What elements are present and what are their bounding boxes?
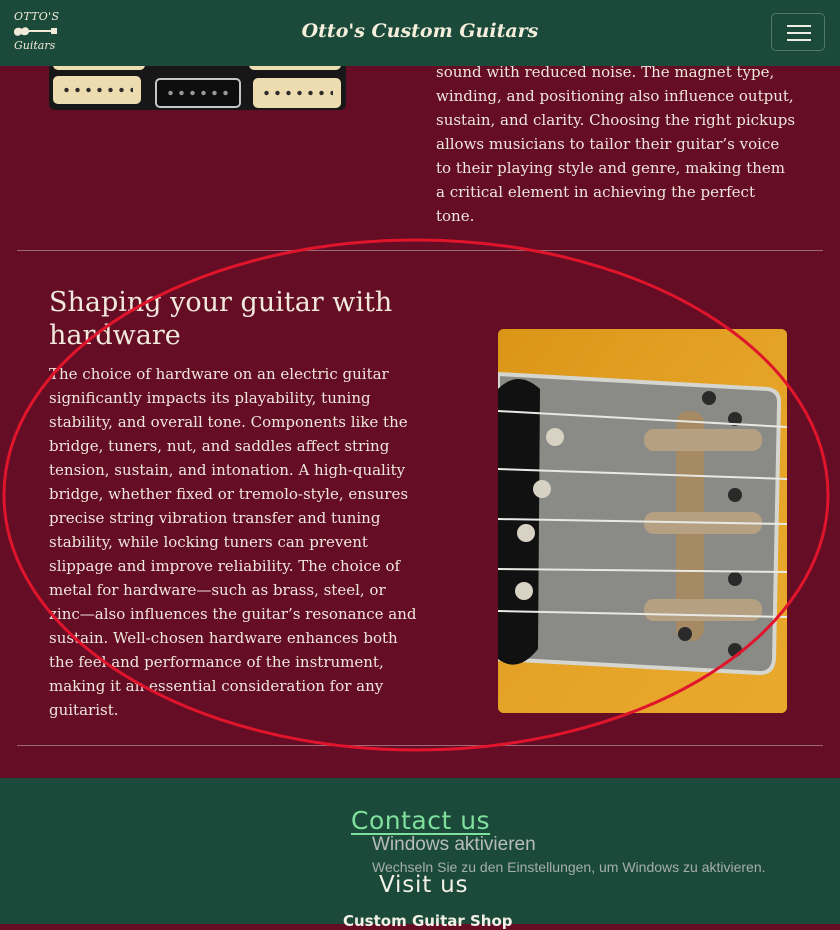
windows-activation-title: Windows aktivieren	[372, 834, 536, 855]
guitar-bridge-image	[498, 329, 787, 713]
section-divider	[17, 745, 823, 746]
windows-activation-subtitle: Wechseln Sie zu den Einstellungen, um Wi…	[372, 859, 766, 875]
brand-title[interactable]: Otto's Custom Guitars	[0, 20, 840, 42]
shop-name: Custom Guitar Shop	[343, 912, 513, 930]
hamburger-menu-icon	[787, 25, 811, 27]
hamburger-menu-icon	[787, 39, 811, 41]
navbar: OTTO'S Guitars Otto's Custom Guitars	[0, 0, 840, 66]
visit-us-heading: Visit us	[379, 872, 469, 898]
section-divider	[17, 250, 823, 251]
menu-toggle-button[interactable]	[771, 13, 825, 51]
hardware-section-title: Shaping your guitar with hardware	[49, 287, 393, 351]
pickups-description: sound with reduced noise. The magnet typ…	[436, 63, 796, 225]
hamburger-menu-icon	[787, 32, 811, 34]
contact-us-link[interactable]: Contact us	[351, 806, 490, 835]
hardware-section-body: The choice of hardware on an electric gu…	[49, 365, 417, 719]
